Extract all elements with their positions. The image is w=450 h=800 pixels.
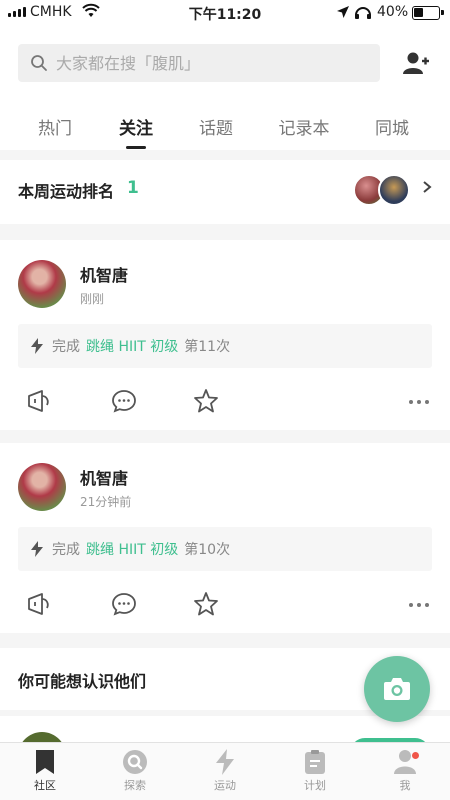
- clipboard-icon: [305, 750, 325, 774]
- battery-icon: [412, 6, 444, 20]
- tab-workout[interactable]: 运动: [180, 749, 270, 793]
- activity-count: 第11次: [184, 339, 231, 355]
- search-input[interactable]: [56, 53, 356, 73]
- tab-community[interactable]: 社区: [0, 749, 90, 793]
- activity-course[interactable]: 跳绳 HIIT 初级: [86, 336, 178, 356]
- comment-icon[interactable]: [111, 388, 137, 414]
- more-icon[interactable]: [408, 392, 430, 412]
- more-icon[interactable]: [408, 595, 430, 615]
- tab-records[interactable]: 记录本: [269, 114, 339, 139]
- star-icon[interactable]: [193, 388, 219, 414]
- avatar[interactable]: [18, 260, 66, 308]
- tab-me[interactable]: 我: [360, 749, 450, 793]
- rank-avatar: [378, 174, 410, 206]
- active-tab-indicator: [126, 146, 146, 149]
- post-author[interactable]: 机智唐: [80, 465, 128, 489]
- headphones-icon: [355, 7, 371, 19]
- bookmark-icon: [36, 750, 54, 774]
- activity-card[interactable]: 完成 跳绳 HIIT 初级 第11次: [18, 324, 432, 368]
- tab-explore[interactable]: 探索: [90, 749, 180, 793]
- suggested-users-title: 你可能想认识他们: [18, 672, 147, 691]
- star-icon[interactable]: [193, 591, 219, 617]
- bottom-tab-bar: 社区 探索 运动 计划 我: [0, 742, 450, 800]
- weekly-rank-row[interactable]: 本周运动排名 1: [0, 160, 450, 224]
- battery-percent: 40%: [377, 4, 409, 20]
- bolt-icon: [216, 749, 234, 775]
- search-bar[interactable]: [18, 44, 380, 82]
- feed-tabs: 热门 关注 话题 记录本 同城: [0, 110, 450, 150]
- activity-course[interactable]: 跳绳 HIIT 初级: [86, 539, 178, 559]
- tab-plan[interactable]: 计划: [270, 749, 360, 793]
- weekly-rank-label: 本周运动排名: [18, 182, 115, 201]
- activity-card[interactable]: 完成 跳绳 HIIT 初级 第10次: [18, 527, 432, 571]
- cheer-icon[interactable]: [26, 388, 52, 414]
- camera-icon: [384, 678, 410, 700]
- camera-button[interactable]: [364, 656, 430, 722]
- feed-post: 机智唐 21分钟前 完成 跳绳 HIIT 初级 第10次: [0, 443, 450, 633]
- activity-count: 第10次: [184, 542, 231, 558]
- status-bar: CMHK 下午11:20 40%: [0, 0, 450, 26]
- post-time: 刚刚: [80, 292, 105, 306]
- activity-done-label: 完成: [52, 339, 80, 355]
- battery-level: [414, 8, 424, 17]
- tab-label: 社区: [34, 779, 56, 792]
- weekly-rank-number: 1: [127, 178, 139, 198]
- avatar[interactable]: [18, 463, 66, 511]
- tab-topics[interactable]: 话题: [181, 114, 251, 139]
- notification-badge: [412, 752, 419, 759]
- tab-local[interactable]: 同城: [357, 114, 427, 139]
- explore-icon: [123, 750, 147, 774]
- comment-icon[interactable]: [111, 591, 137, 617]
- add-friend-icon[interactable]: [402, 50, 430, 78]
- post-author[interactable]: 机智唐: [80, 262, 128, 286]
- activity-done-label: 完成: [52, 542, 80, 558]
- post-time: 21分钟前: [80, 495, 132, 509]
- tab-label: 计划: [304, 779, 326, 792]
- tab-label: 运动: [214, 779, 236, 792]
- feed-post: 机智唐 刚刚 完成 跳绳 HIIT 初级 第11次: [0, 240, 450, 430]
- bolt-icon: [31, 541, 43, 557]
- location-arrow-icon: [337, 6, 349, 18]
- bolt-icon: [31, 338, 43, 354]
- tab-hot[interactable]: 热门: [20, 114, 90, 139]
- tab-following[interactable]: 关注: [101, 114, 171, 139]
- tab-label: 我: [399, 779, 411, 792]
- search-icon: [31, 55, 47, 71]
- chevron-right-icon: [423, 181, 432, 193]
- header: 热门 关注 话题 记录本 同城: [0, 26, 450, 150]
- tab-label: 探索: [124, 779, 146, 792]
- cheer-icon[interactable]: [26, 591, 52, 617]
